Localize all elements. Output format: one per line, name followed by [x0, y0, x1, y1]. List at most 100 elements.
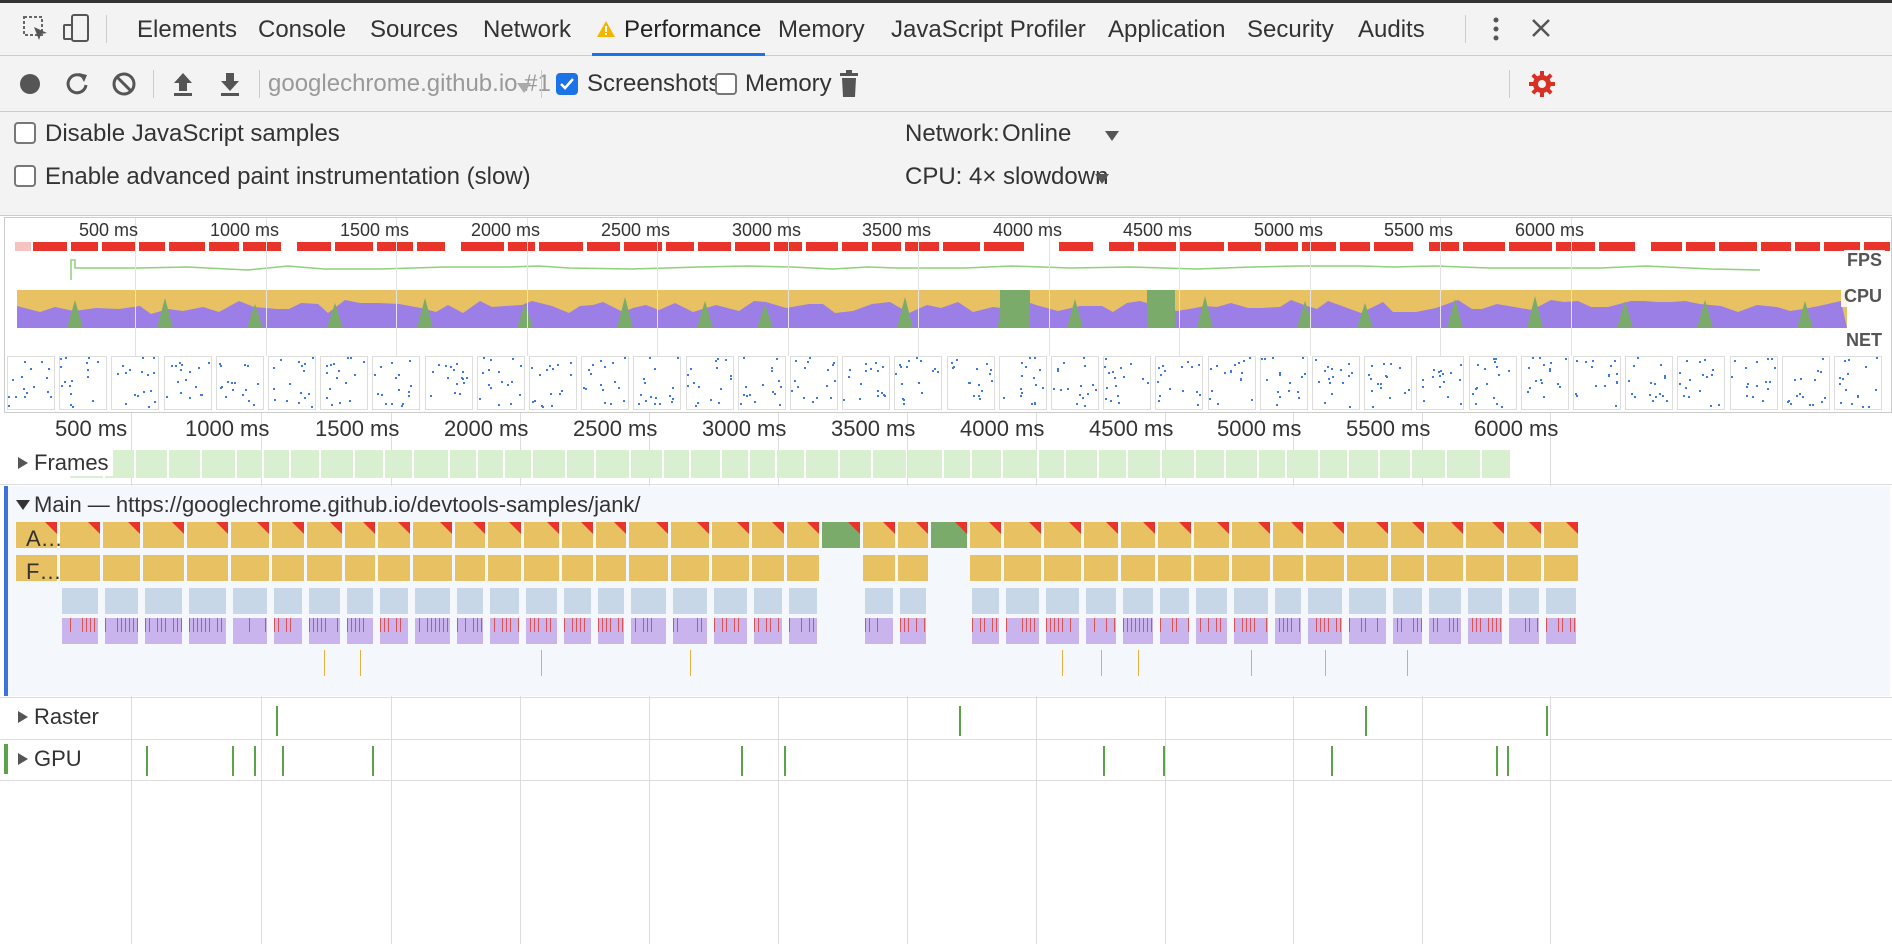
memory-checkbox[interactable] — [715, 73, 737, 95]
cpu-throttle-select[interactable]: 4× slowdown — [969, 163, 1108, 191]
tab-application[interactable]: Application — [1108, 3, 1225, 56]
tab-memory[interactable]: Memory — [778, 3, 865, 56]
screenshot-thumbnail — [529, 356, 577, 410]
screenshot-dot — [600, 360, 603, 362]
tab-javascript-profiler[interactable]: JavaScript Profiler — [891, 3, 1086, 56]
screenshot-dot — [1751, 396, 1754, 398]
record-icon[interactable] — [18, 72, 42, 101]
screenshot-dot — [1164, 370, 1167, 372]
close-icon[interactable] — [1530, 17, 1552, 44]
tab-console[interactable]: Console — [258, 3, 346, 56]
screenshot-dot — [137, 395, 140, 397]
flame-row1-label: A… — [26, 526, 63, 551]
tab-sources[interactable]: Sources — [370, 3, 458, 56]
reload-icon[interactable] — [64, 71, 90, 102]
tab-network[interactable]: Network — [483, 3, 571, 56]
fps-bar — [1651, 242, 1682, 251]
frames-track-label[interactable]: Frames — [34, 450, 113, 476]
screenshot-dot — [50, 396, 52, 398]
screenshot-dot — [1649, 394, 1652, 396]
fps-bar — [984, 242, 1024, 251]
long-task-marker — [1412, 522, 1424, 534]
frame-block — [1099, 450, 1126, 478]
screenshot-dot — [1115, 385, 1118, 387]
cpu-dropdown-icon[interactable] — [1095, 171, 1109, 189]
inspect-icon[interactable] — [22, 15, 50, 48]
fps-bar — [1599, 242, 1635, 251]
sample-tick — [1050, 618, 1051, 632]
dropdown-icon[interactable] — [517, 80, 531, 98]
sample-tick — [647, 618, 648, 632]
screenshot-thumbnail — [1677, 356, 1726, 410]
sample-tick — [125, 618, 126, 632]
function-call-block — [187, 555, 228, 581]
function-call-block — [1273, 555, 1303, 581]
tab-performance[interactable]: Performance — [592, 3, 766, 56]
tab-security[interactable]: Security — [1247, 3, 1334, 56]
screenshot-dot — [1105, 358, 1108, 360]
screenshot-dot — [1349, 406, 1351, 408]
screenshot-dot — [1120, 367, 1123, 369]
fps-bar — [1509, 242, 1552, 251]
screenshot-dot — [585, 388, 588, 390]
disable-js-samples-checkbox[interactable] — [14, 122, 36, 144]
screenshot-dot — [1060, 389, 1062, 391]
screenshot-dot — [298, 402, 300, 404]
tab-elements[interactable]: Elements — [137, 3, 237, 56]
function-call-block — [898, 555, 928, 581]
screenshot-dot — [950, 362, 953, 364]
screenshot-dot — [69, 385, 72, 387]
enable-paint-checkbox[interactable] — [14, 165, 36, 187]
screenshot-dot — [241, 394, 244, 396]
more-icon[interactable] — [1486, 15, 1506, 48]
trash-icon[interactable] — [838, 70, 860, 103]
screenshot-dot — [1371, 390, 1374, 392]
script-block — [1429, 588, 1461, 614]
long-task-marker — [848, 522, 860, 534]
sample-strip — [754, 618, 782, 644]
screenshot-dot — [87, 369, 90, 371]
main-track-label[interactable]: Main — https://googlechrome.github.io/de… — [34, 492, 645, 518]
network-throttle-select[interactable]: Online — [1002, 120, 1071, 148]
screenshot-dot — [1028, 357, 1031, 359]
screenshot-dot — [1106, 387, 1109, 389]
fps-bar — [1719, 242, 1757, 251]
profile-select[interactable]: googlechrome.github.io #1 — [268, 56, 551, 112]
screenshot-dot — [247, 400, 250, 402]
screenshot-dot — [1616, 382, 1618, 384]
screenshot-dot — [827, 369, 829, 371]
sample-strip — [62, 618, 98, 644]
upload-icon[interactable] — [171, 70, 195, 103]
frame-block — [567, 450, 594, 478]
tab-audits[interactable]: Audits — [1358, 3, 1425, 56]
sample-strip — [490, 618, 519, 644]
task-block — [1044, 522, 1081, 548]
frame-block — [944, 450, 970, 478]
overview-tick-label: 1000 ms — [210, 220, 280, 240]
device-toolbar-icon[interactable] — [62, 13, 92, 48]
screenshots-checkbox[interactable] — [556, 73, 578, 95]
gear-icon[interactable] — [1528, 70, 1556, 103]
overview-tick-label: 4000 ms — [993, 220, 1063, 240]
screenshot-dot — [1423, 400, 1426, 402]
screenshot-dot — [1650, 382, 1653, 384]
function-call-block — [1232, 555, 1270, 581]
screenshot-dot — [409, 360, 412, 362]
frame-block — [596, 450, 629, 478]
screenshot-dot — [1616, 373, 1618, 375]
main-collapse-icon[interactable] — [16, 500, 30, 510]
sample-strip — [105, 618, 138, 644]
clear-icon[interactable] — [111, 71, 137, 102]
main-flame-chart[interactable] — [0, 522, 1892, 692]
screenshot-dot — [497, 404, 500, 406]
fps-bar — [1228, 242, 1261, 251]
screenshot-dot — [1104, 366, 1107, 368]
screenshot-dot — [1439, 386, 1442, 388]
screenshot-dot — [1558, 386, 1561, 388]
screenshot-dot — [461, 371, 464, 373]
network-dropdown-icon[interactable] — [1105, 128, 1119, 146]
download-icon[interactable] — [218, 70, 242, 103]
long-task-marker — [1069, 522, 1081, 534]
timeline-overview[interactable]: FPS CPU NET 500 ms 1000 ms 1500 ms 2000 ms 2… — [4, 217, 1892, 413]
screenshot-dot — [1847, 373, 1849, 375]
